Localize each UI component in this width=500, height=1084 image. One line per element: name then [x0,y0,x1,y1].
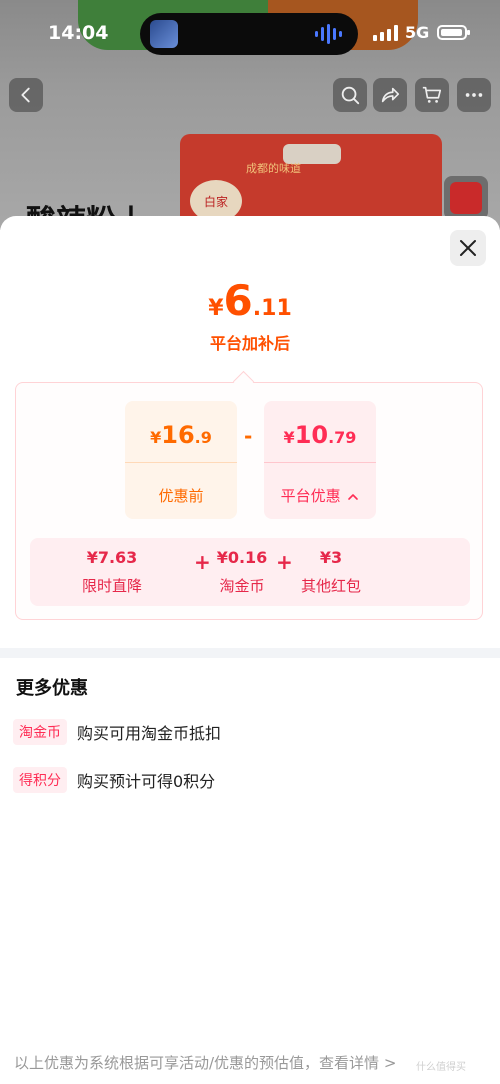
cart-icon [422,86,442,103]
final-price-caption: 平台加补后 [209,334,290,353]
original-price-integer: 16 [161,421,195,449]
original-price-amount: ¥16.9 [125,421,237,449]
plus-operator: + [194,550,211,574]
back-icon [21,87,30,103]
detail-label: 其他红包 [300,577,362,595]
card-divider [125,462,237,463]
media-thumbnail [150,20,178,48]
platform-discount-currency: ¥ [283,428,295,447]
network-type: 5G [405,23,430,42]
platform-discount-decimal: .79 [328,428,357,447]
watermark: 什么值得买 [416,1062,466,1073]
detail-value: ¥7.63 [86,548,138,567]
close-button[interactable] [450,230,486,266]
back-button[interactable] [9,78,43,112]
chart-icon[interactable] [444,176,488,220]
audio-wave-icon [315,24,342,44]
signal-icon [373,25,398,41]
platform-discount-integer: 10 [294,421,329,449]
platform-discount-amount: ¥10.79 [264,421,376,449]
more-offers-title: 更多优惠 [16,678,88,699]
section-divider [0,648,500,658]
promo-tag: 得积分 [13,767,67,793]
original-price-label: 优惠前 [158,487,204,505]
final-price-decimal: .11 [252,296,292,321]
dynamic-island [140,13,358,55]
detail-value: ¥0.16 [216,548,268,567]
promo-tag: 淘金币 [13,719,67,745]
status-bar: 14:04 5G [0,0,500,66]
discount-sheet: ¥6.11 平台加补后 ¥16.9 优惠前 - ¥10.79 平台优惠 ¥7.6… [0,216,500,1084]
share-button[interactable] [373,78,407,112]
detail-label: 淘金币 [219,577,265,595]
promo-text: 购买预计可得0积分 [77,772,216,791]
plus-operator: + [276,550,293,574]
original-price-card: ¥16.9 优惠前 [125,401,237,519]
battery-icon [437,25,470,40]
product-image-text: 成都的味道 [246,162,301,175]
platform-discount-label-wrap: 平台优惠 [264,485,376,506]
platform-discount-card[interactable]: ¥10.79 平台优惠 [264,401,376,519]
detail-item-taojinbi: ¥0.16 淘金币 [217,548,268,596]
final-price-integer: 6 [223,276,253,325]
original-price-decimal: .9 [194,428,212,447]
promo-text: 购买可用淘金币抵扣 [77,724,222,743]
promo-row-points[interactable]: 得积分 购买预计可得0积分 [13,766,215,794]
detail-value: ¥3 [319,548,343,567]
original-price-currency: ¥ [150,428,162,447]
detail-label: 限时直降 [81,577,143,595]
more-button[interactable] [457,78,491,112]
promo-row-taojinbi[interactable]: 淘金币 购买可用淘金币抵扣 [13,718,221,746]
disclaimer-link[interactable]: 以上优惠为系统根据可享活动/优惠的预估值，查看详情 > [14,1052,396,1073]
chevron-up-icon [348,493,359,500]
close-icon [460,240,476,256]
more-icon [465,93,483,97]
final-price: ¥6.11 [0,276,500,325]
discount-detail-row: ¥7.63 限时直降 + ¥0.16 淘金币 + ¥3 其他红包 [30,538,470,606]
share-icon [381,87,400,103]
detail-item-flash-sale: ¥7.63 限时直降 [82,548,142,596]
minus-operator: - [244,424,253,448]
card-divider [264,462,376,463]
search-icon [341,86,360,105]
platform-discount-label: 平台优惠 [280,487,341,505]
search-button[interactable] [333,78,367,112]
cart-button[interactable] [415,78,449,112]
detail-item-red-packet: ¥3 其他红包 [301,548,361,596]
status-time: 14:04 [48,22,109,44]
final-price-currency: ¥ [208,296,224,321]
